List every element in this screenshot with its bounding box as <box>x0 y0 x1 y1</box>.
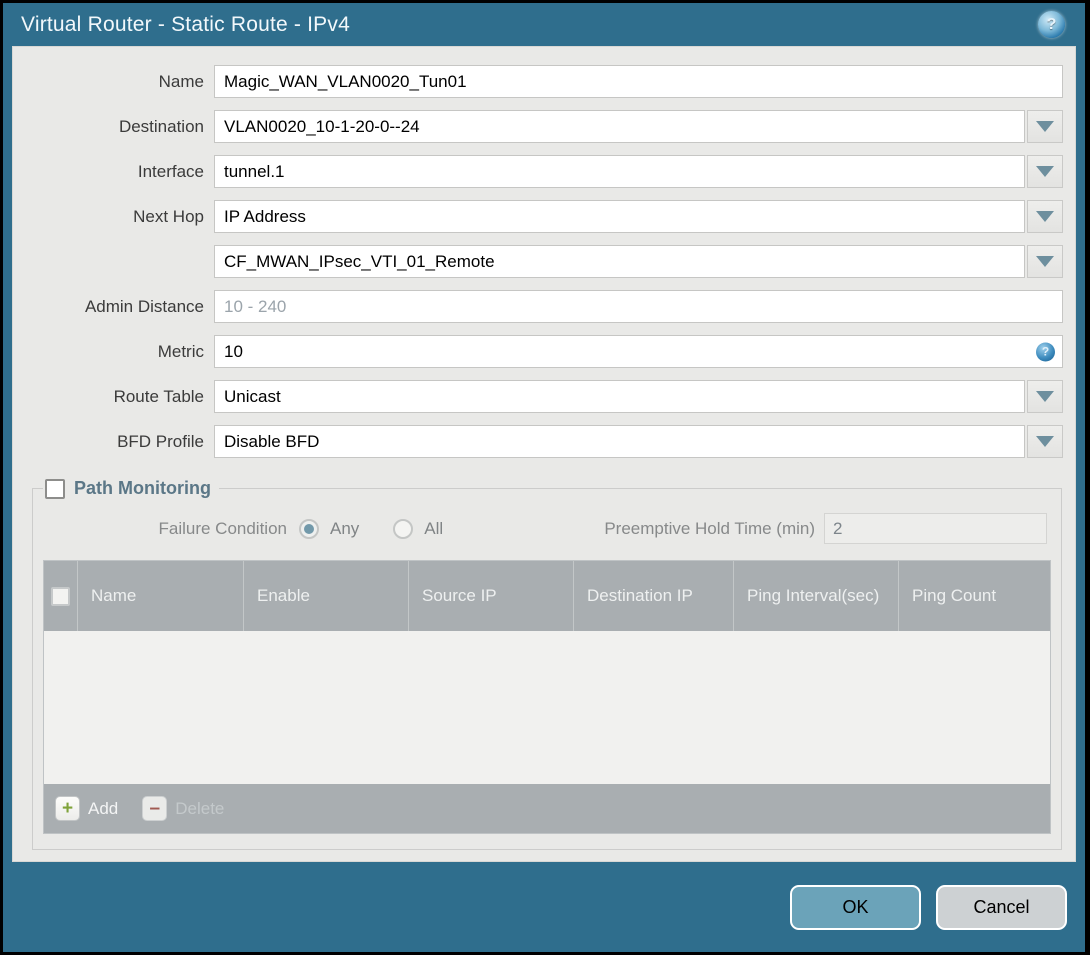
failure-condition-all-radio[interactable] <box>393 518 414 539</box>
table-toolbar: + Add – Delete <box>44 784 1050 833</box>
next-hop-type-dropdown-button[interactable] <box>1027 200 1063 233</box>
preemptive-hold-time-input[interactable] <box>824 513 1047 544</box>
next-hop-label: Next Hop <box>133 206 204 226</box>
ok-button[interactable]: OK <box>790 884 921 930</box>
failure-condition-any-radio[interactable] <box>299 518 319 539</box>
admin-distance-input[interactable] <box>214 290 1063 323</box>
chevron-down-icon <box>1036 436 1054 447</box>
chevron-down-icon <box>1036 121 1054 132</box>
cancel-button[interactable]: Cancel <box>936 884 1067 930</box>
form-row-destination: Destination <box>13 110 1063 143</box>
column-header-ping-count[interactable]: Ping Count <box>899 561 1050 631</box>
form-row-admin-distance: Admin Distance <box>13 290 1063 323</box>
metric-help-icon[interactable]: ? <box>1036 342 1055 361</box>
bfd-profile-label: BFD Profile <box>117 431 204 451</box>
dialog-footer: OK Cancel <box>3 862 1085 952</box>
form-row-next-hop: Next Hop <box>13 200 1063 233</box>
failure-condition-label: Failure Condition <box>158 518 287 538</box>
add-button-label: Add <box>88 798 119 818</box>
destination-input[interactable] <box>214 110 1025 143</box>
name-input[interactable] <box>214 65 1063 98</box>
add-button[interactable]: + Add <box>55 796 118 821</box>
failure-condition-radio-group: Any All <box>299 518 477 539</box>
metric-label: Metric <box>157 341 204 361</box>
failure-condition-row: Failure Condition Any All Preemptive Hol… <box>43 513 1047 544</box>
path-monitoring-section: Path Monitoring Failure Condition Any Al… <box>32 478 1062 850</box>
interface-label: Interface <box>137 161 204 181</box>
route-table-label: Route Table <box>113 386 204 406</box>
bfd-profile-input[interactable] <box>214 425 1025 458</box>
preemptive-hold-time-label: Preemptive Hold Time (min) <box>604 518 815 538</box>
chevron-down-icon <box>1036 391 1054 402</box>
next-hop-type-input[interactable] <box>214 200 1025 233</box>
table-body-empty <box>44 631 1050 784</box>
form-row-metric: Metric ? <box>13 335 1063 368</box>
column-header-ping-interval[interactable]: Ping Interval(sec) <box>734 561 899 631</box>
form-row-interface: Interface <box>13 155 1063 188</box>
column-header-enable[interactable]: Enable <box>244 561 409 631</box>
admin-distance-label: Admin Distance <box>84 296 204 316</box>
bfd-profile-dropdown-button[interactable] <box>1027 425 1063 458</box>
delete-button[interactable]: – Delete <box>142 796 224 821</box>
form-row-next-hop-address <box>13 245 1063 278</box>
failure-condition-any-label: Any <box>330 518 360 538</box>
table-header-row: Name Enable Source IP Destination IP Pin… <box>44 561 1050 631</box>
dialog-content: Name Destination Interface <box>12 46 1076 862</box>
name-label: Name <box>158 71 204 91</box>
minus-icon: – <box>142 796 168 821</box>
route-table-dropdown-button[interactable] <box>1027 380 1063 413</box>
destination-dropdown-button[interactable] <box>1027 110 1063 143</box>
form-row-name: Name <box>13 65 1063 98</box>
path-monitoring-table: Name Enable Source IP Destination IP Pin… <box>43 560 1051 834</box>
column-header-name[interactable]: Name <box>78 561 244 631</box>
path-monitoring-label: Path Monitoring <box>74 478 211 498</box>
form-row-bfd-profile: BFD Profile <box>13 425 1063 458</box>
chevron-down-icon <box>1036 211 1054 222</box>
select-all-checkbox[interactable] <box>51 586 70 606</box>
route-table-input[interactable] <box>214 380 1025 413</box>
path-monitoring-legend: Path Monitoring <box>43 478 219 499</box>
plus-icon: + <box>55 796 80 821</box>
dialog-window: Virtual Router - Static Route - IPv4 ? N… <box>3 3 1085 952</box>
column-header-destination-ip[interactable]: Destination IP <box>574 561 734 631</box>
preemptive-hold-time-group: Preemptive Hold Time (min) <box>604 513 1047 544</box>
help-icon[interactable]: ? <box>1038 11 1065 38</box>
metric-input[interactable] <box>214 335 1063 368</box>
interface-dropdown-button[interactable] <box>1027 155 1063 188</box>
destination-label: Destination <box>118 116 204 136</box>
next-hop-address-dropdown-button[interactable] <box>1027 245 1063 278</box>
path-monitoring-checkbox[interactable] <box>45 478 65 499</box>
delete-button-label: Delete <box>175 798 225 818</box>
dialog-titlebar: Virtual Router - Static Route - IPv4 ? <box>3 3 1085 46</box>
table-header-select-all <box>44 561 78 631</box>
column-header-source-ip[interactable]: Source IP <box>409 561 574 631</box>
failure-condition-all-label: All <box>424 518 444 538</box>
next-hop-address-input[interactable] <box>214 245 1025 278</box>
form-row-route-table: Route Table <box>13 380 1063 413</box>
interface-input[interactable] <box>214 155 1025 188</box>
chevron-down-icon <box>1036 166 1054 177</box>
dialog-title: Virtual Router - Static Route - IPv4 <box>21 12 350 36</box>
chevron-down-icon <box>1036 256 1054 267</box>
